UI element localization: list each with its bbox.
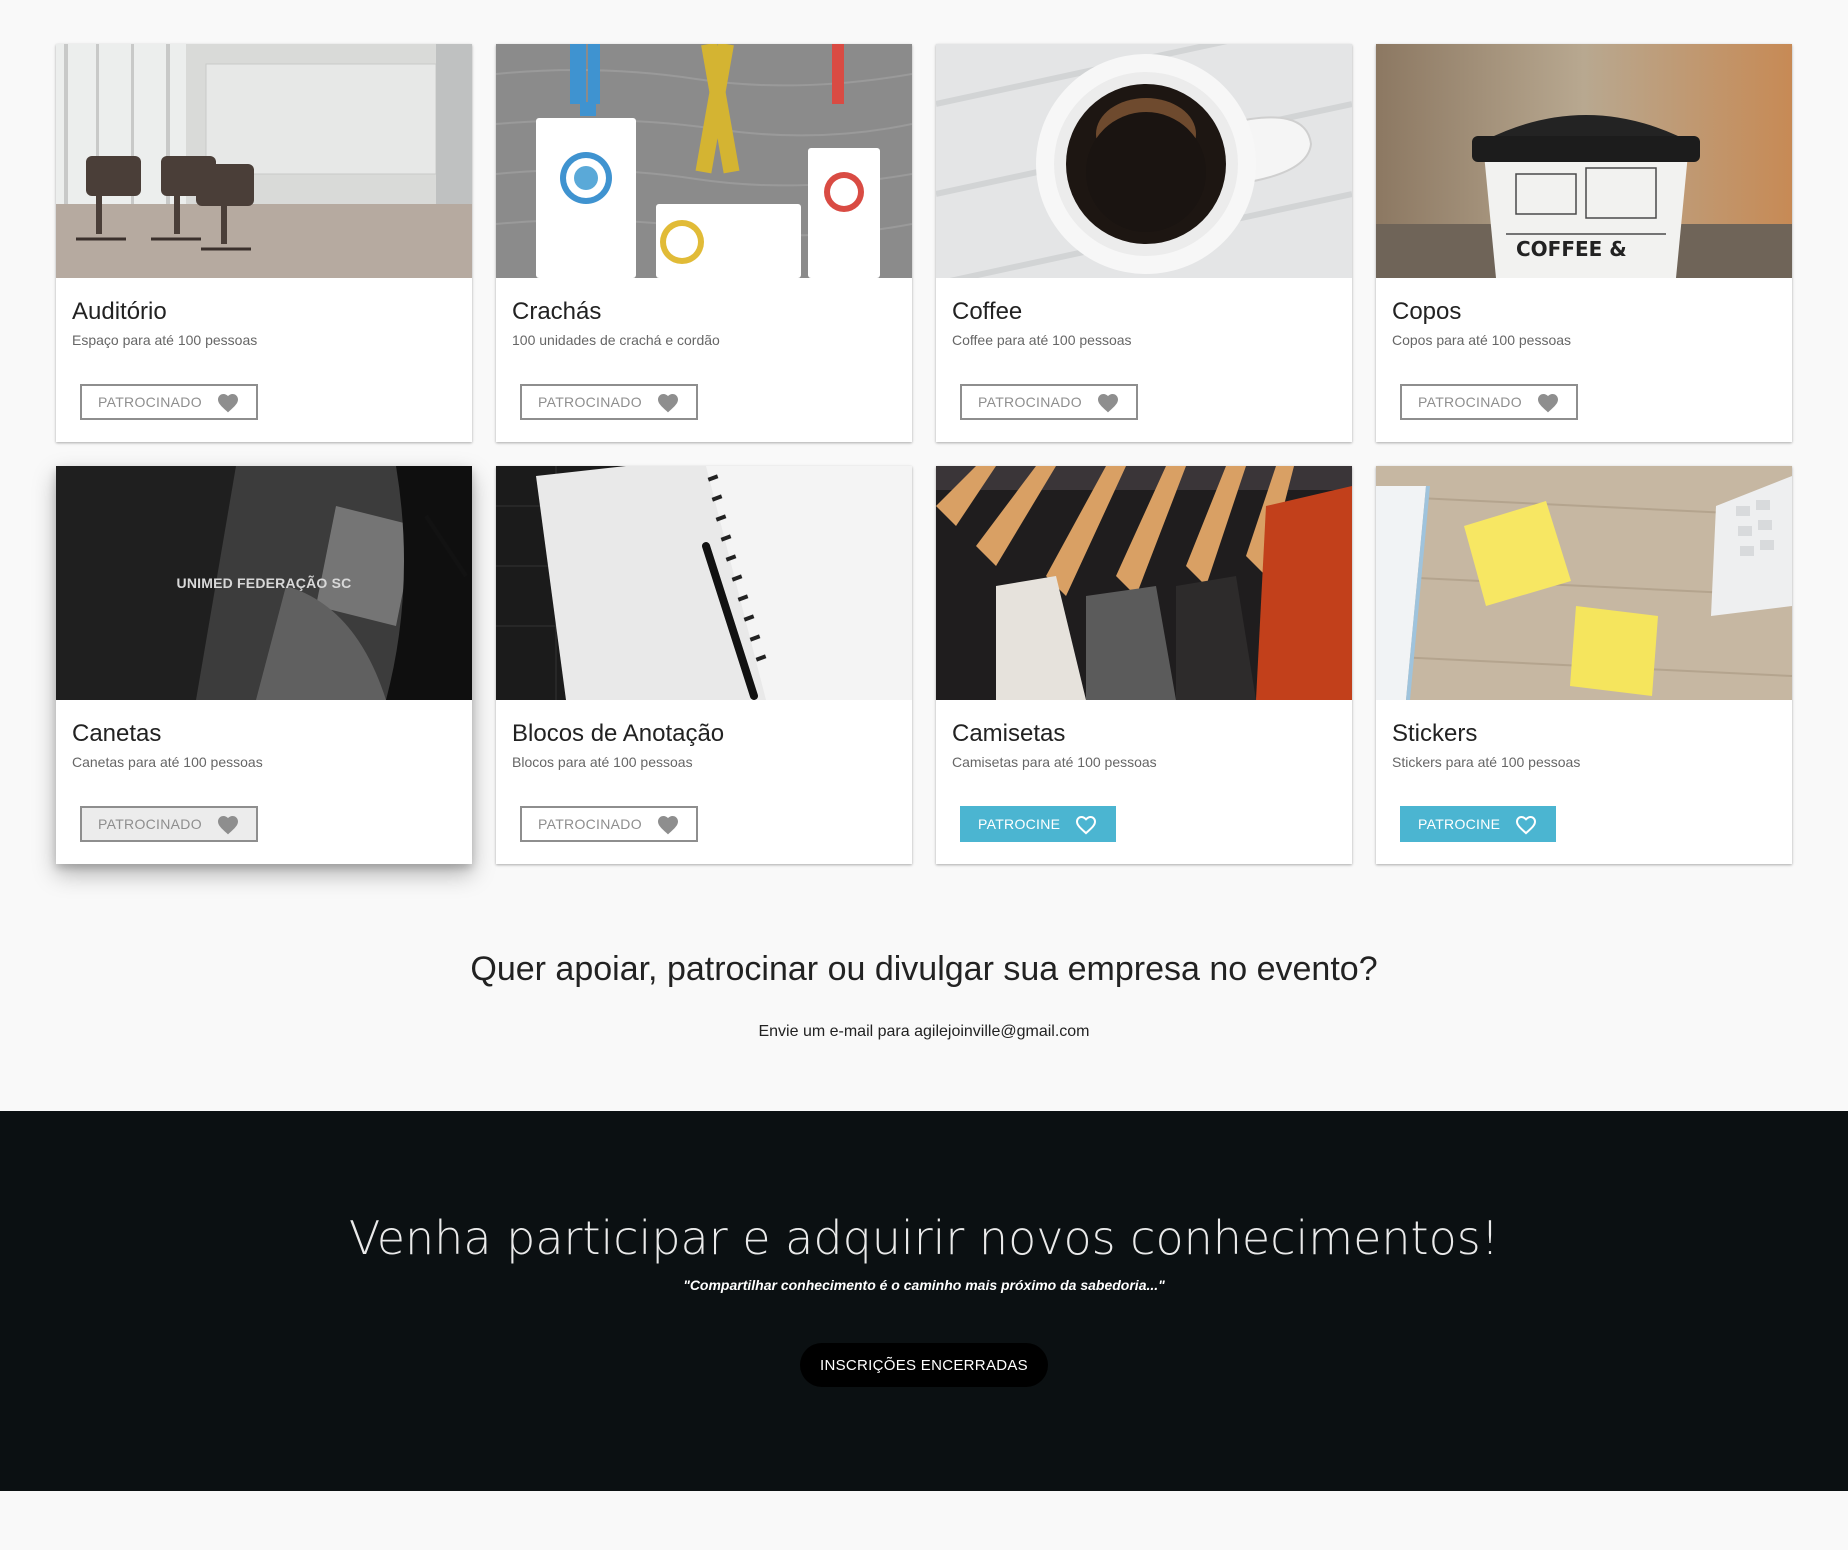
sponsor-button[interactable]: PATROCINE — [1400, 806, 1557, 842]
coffee-image — [936, 44, 1352, 278]
card-title: Stickers — [1392, 720, 1478, 747]
card-title: Coffee — [952, 298, 1023, 325]
heart-filled-icon — [217, 816, 238, 835]
cup-print-text: COFFEE & — [1516, 237, 1627, 261]
cta-heading: Quer apoiar, patrocinar ou divulgar sua … — [470, 950, 1378, 988]
sponsored-button[interactable]: PATROCINADO — [960, 384, 1138, 420]
camisetas-image — [936, 466, 1352, 700]
button-label: PATROCINADO — [538, 394, 642, 410]
card-subtitle: 100 unidades de crachá e cordão — [512, 332, 720, 348]
button-label: PATROCINADO — [98, 394, 202, 410]
sponsor-card-copos: COFFEE & Copos Copos para até 100 pessoa… — [1376, 44, 1792, 442]
heart-filled-icon — [657, 394, 678, 413]
heart-filled-icon — [217, 394, 238, 413]
card-title: Crachás — [512, 298, 602, 325]
card-subtitle: Copos para até 100 pessoas — [1392, 332, 1572, 348]
button-label: PATROCINE — [1418, 816, 1501, 832]
sponsor-card-blocos: Blocos de Anotação Blocos para até 100 p… — [496, 466, 912, 864]
card-title: Canetas — [72, 720, 162, 747]
heart-outline-icon — [1516, 815, 1537, 835]
banner-heading: Venha participar e adquirir novos conhec… — [348, 1211, 1500, 1265]
button-label: PATROCINADO — [538, 816, 642, 832]
sponsor-card-coffee: Coffee Coffee para até 100 pessoas PATRO… — [936, 44, 1352, 442]
card-subtitle: Blocos para até 100 pessoas — [512, 754, 693, 770]
heart-filled-icon — [1097, 394, 1118, 413]
canetas-image: UNIMED FEDERAÇÃO SC — [56, 466, 472, 700]
sponsor-card-stickers: Stickers Stickers para até 100 pessoas P… — [1376, 466, 1792, 864]
heart-outline-icon — [1076, 815, 1097, 835]
card-subtitle: Stickers para até 100 pessoas — [1392, 754, 1581, 770]
card-subtitle: Camisetas para até 100 pessoas — [952, 754, 1157, 770]
sponsor-name: UNIMED FEDERAÇÃO SC — [176, 575, 352, 591]
sponsor-card-crachas: Crachás 100 unidades de crachá e cordão … — [496, 44, 912, 442]
sponsored-button[interactable]: PATROCINADO — [80, 384, 258, 420]
card-subtitle: Canetas para até 100 pessoas — [72, 754, 263, 770]
sponsor-card-camisetas: Camisetas Camisetas para até 100 pessoas… — [936, 466, 1352, 864]
cta-email-text: Envie um e-mail para agilejoinville@gmai… — [758, 1023, 1090, 1040]
copos-image: COFFEE & — [1376, 44, 1792, 278]
heart-filled-icon — [657, 816, 678, 835]
sponsor-card-auditorio: Auditório Espaço para até 100 pessoas PA… — [56, 44, 472, 442]
stickers-image — [1376, 466, 1792, 700]
sponsor-overlay: UNIMED FEDERAÇÃO SC — [56, 466, 472, 700]
button-label: PATROCINADO — [98, 816, 202, 832]
sponsor-card-canetas: UNIMED FEDERAÇÃO SC Canetas Canetas para… — [56, 466, 472, 864]
card-title: Camisetas — [952, 720, 1066, 747]
sponsored-button[interactable]: PATROCINADO — [80, 806, 258, 842]
button-label: PATROCINE — [978, 816, 1061, 832]
sponsored-button[interactable]: PATROCINADO — [520, 806, 698, 842]
sponsor-button[interactable]: PATROCINE — [960, 806, 1117, 842]
banner-quote: "Compartilhar conhecimento é o caminho m… — [683, 1277, 1165, 1293]
blocos-image — [496, 466, 912, 700]
sponsorship-grid: Auditório Espaço para até 100 pessoas PA… — [56, 44, 1792, 864]
card-subtitle: Coffee para até 100 pessoas — [952, 332, 1132, 348]
card-title: Copos — [1392, 298, 1462, 325]
registrations-closed-button[interactable]: INSCRIÇÕES ENCERRADAS — [800, 1343, 1048, 1387]
crachas-image — [496, 44, 912, 278]
sponsor-contact-section: Quer apoiar, patrocinar ou divulgar sua … — [0, 950, 1848, 1041]
card-subtitle: Espaço para até 100 pessoas — [72, 332, 258, 348]
heart-filled-icon — [1537, 394, 1558, 413]
registration-banner: Venha participar e adquirir novos conhec… — [0, 1111, 1848, 1491]
button-label: PATROCINADO — [978, 394, 1082, 410]
auditorio-image — [56, 44, 472, 278]
button-label: PATROCINADO — [1418, 394, 1522, 410]
card-title: Auditório — [72, 298, 167, 325]
card-title: Blocos de Anotação — [512, 720, 725, 747]
sponsored-button[interactable]: PATROCINADO — [1400, 384, 1578, 420]
sponsored-button[interactable]: PATROCINADO — [520, 384, 698, 420]
